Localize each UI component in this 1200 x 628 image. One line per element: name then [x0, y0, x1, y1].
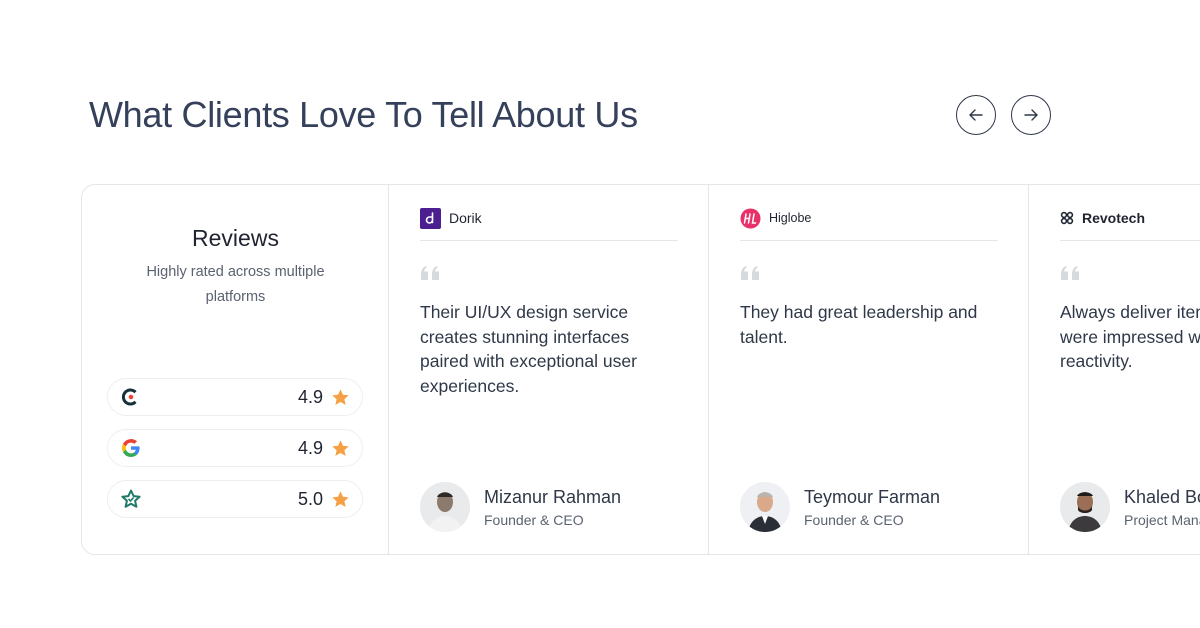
platform-rating-google[interactable]: 4.9	[107, 429, 363, 467]
platform-rating-goodfirms[interactable]: 5.0	[107, 480, 363, 518]
author-name: Khaled Bou	[1124, 486, 1200, 507]
author-role: Founder & CEO	[804, 511, 904, 528]
arrow-left-icon	[969, 109, 983, 121]
platform-rating-clutch[interactable]: 4.9	[107, 378, 363, 416]
next-button[interactable]	[1011, 95, 1051, 135]
testimonial-carousel: Reviews Highly rated across multiple pla…	[81, 184, 1200, 555]
quote-icon	[1061, 266, 1079, 280]
testimonial-quote: Their UI/UX design service creates stunn…	[420, 302, 637, 396]
divider	[420, 240, 678, 241]
testimonial-quote: They had great leadership and talent.	[740, 302, 978, 347]
star-icon	[332, 388, 349, 405]
company-header: Higlobe	[740, 207, 811, 229]
reviews-subtitle: Highly rated across multiple platforms	[146, 264, 325, 305]
star-icon	[332, 439, 349, 456]
author: Khaled Bou Project Manager	[1060, 482, 1200, 532]
author-role: Founder & CEO	[484, 511, 584, 528]
author-role: Project Manager	[1124, 511, 1200, 528]
star-icon	[332, 490, 349, 507]
goodfirms-logo-icon	[120, 488, 142, 510]
reviews-summary: Reviews Highly rated across multiple pla…	[82, 185, 389, 554]
quote-icon	[741, 266, 759, 280]
author-name: Teymour Farman	[804, 486, 941, 507]
divider	[1060, 240, 1200, 241]
testimonial-card: Revotech Always deliver items on time. W…	[1029, 185, 1200, 554]
company-header: Revotech	[1060, 207, 1145, 229]
prev-button[interactable]	[956, 95, 996, 135]
author-name: Mizanur Rahman	[484, 486, 622, 507]
author: Mizanur Rahman Founder & CEO	[420, 482, 621, 532]
rating-value: 5.0	[297, 488, 323, 509]
divider	[740, 240, 998, 241]
quote-icon	[421, 266, 439, 280]
higlobe-logo-icon	[740, 208, 761, 229]
reviews-title: Reviews	[192, 225, 279, 251]
dorik-logo-icon	[420, 207, 441, 229]
clutch-logo-icon	[120, 386, 142, 408]
avatar	[740, 482, 790, 532]
company-name: Dorik	[449, 210, 482, 226]
avatar	[420, 482, 470, 532]
section-title: What Clients Love To Tell About Us	[89, 94, 638, 135]
avatar	[1060, 482, 1110, 532]
company-name: Revotech	[1082, 210, 1146, 226]
testimonial-quote: Always deliver items on time. We were im…	[1060, 302, 1200, 371]
testimonial-card: Dorik Their UI/UX design service creates…	[389, 185, 709, 554]
company-header: Dorik	[420, 207, 482, 229]
rating-value: 4.9	[297, 386, 323, 407]
google-logo-icon	[120, 437, 142, 459]
testimonial-card: Higlobe They had great leadership and ta…	[709, 185, 1029, 554]
company-name: Higlobe	[769, 211, 812, 225]
rating-value: 4.9	[297, 437, 323, 458]
arrow-right-icon	[1024, 109, 1038, 121]
author: Teymour Farman Founder & CEO	[740, 482, 940, 532]
revotech-logo-icon	[1060, 208, 1074, 229]
